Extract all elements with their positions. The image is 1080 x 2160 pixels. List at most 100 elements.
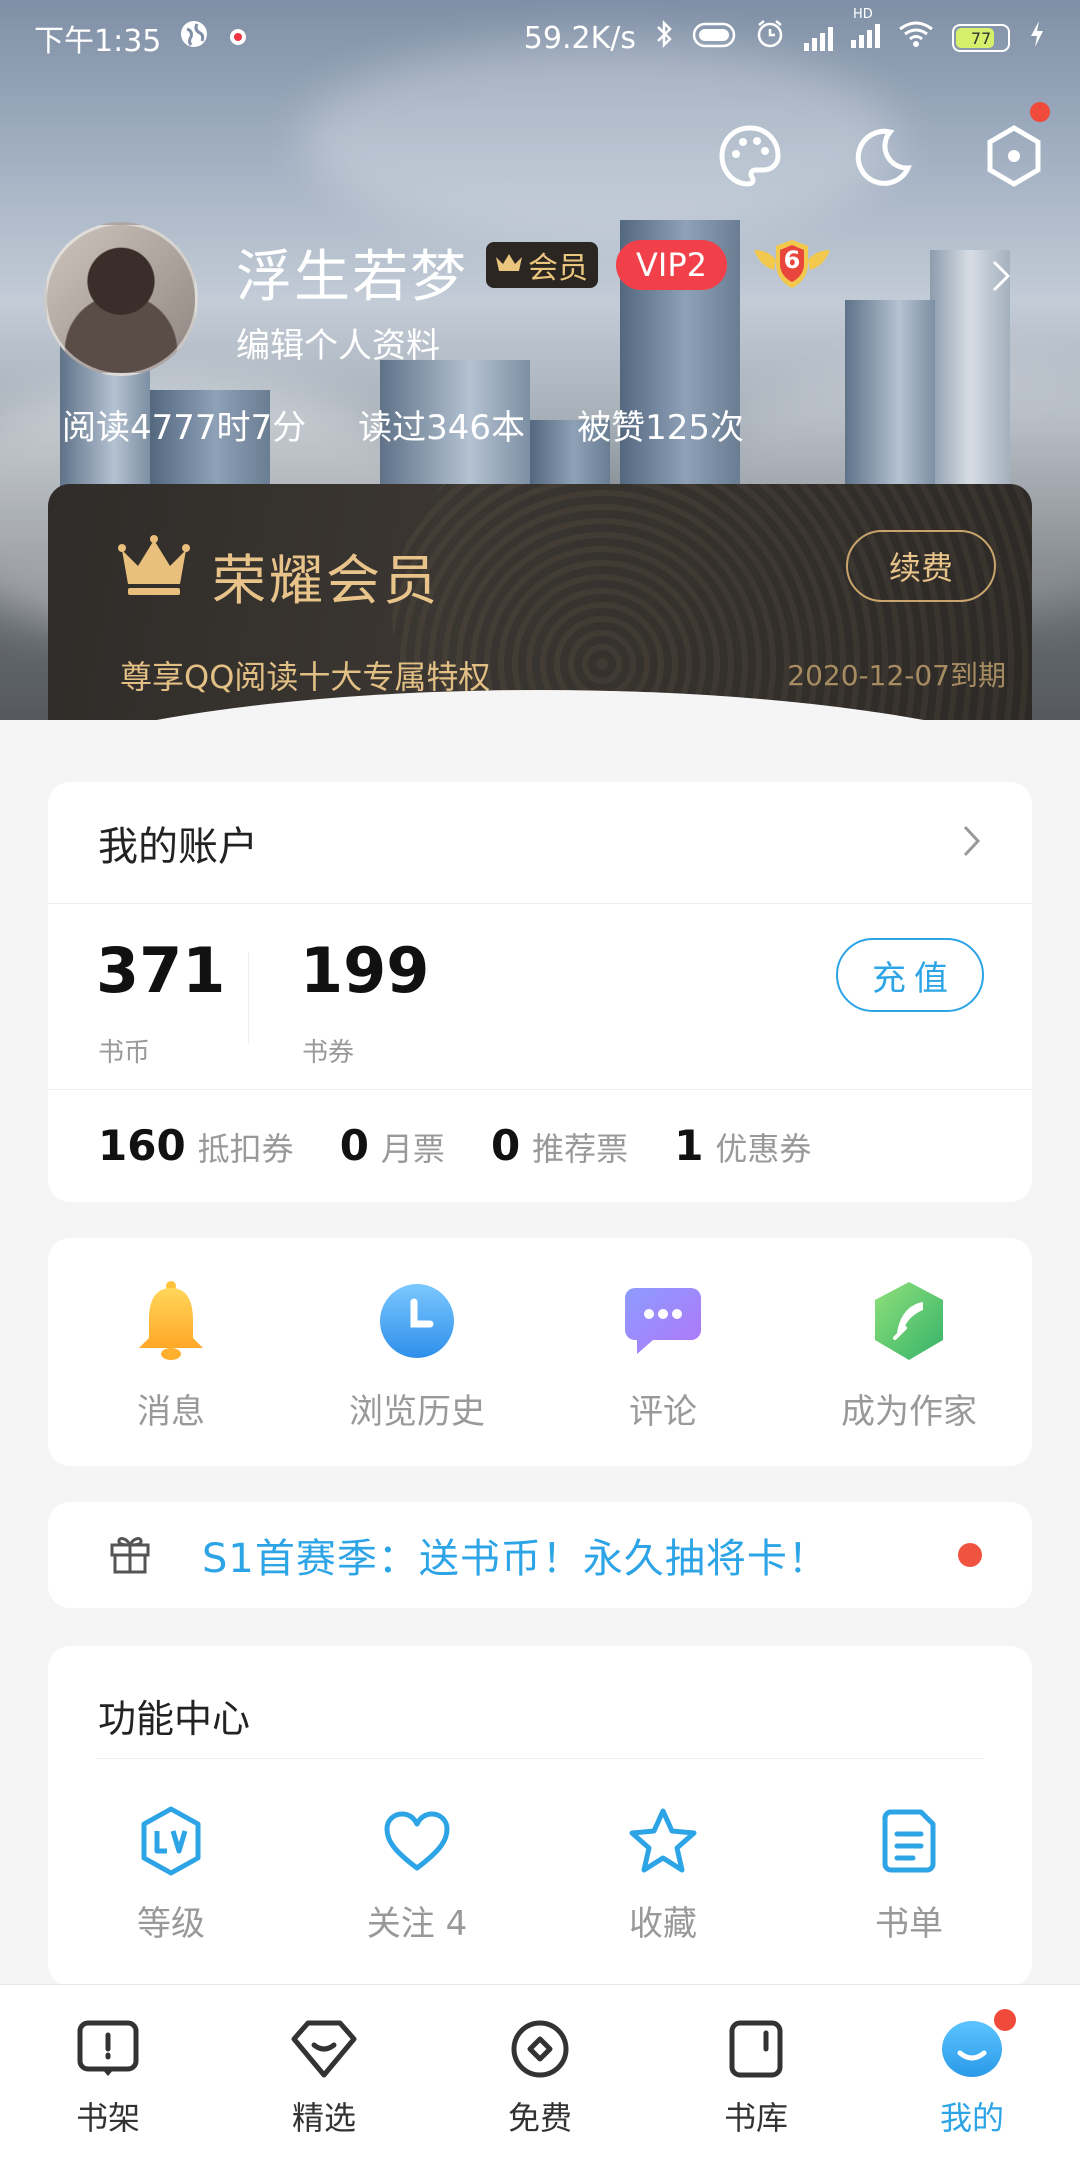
library-icon (726, 2019, 786, 2083)
ticket-label: 推荐票 (532, 1129, 629, 1168)
recharge-button[interactable]: 充值 (836, 938, 984, 1012)
quill-icon (868, 1280, 950, 1362)
member-badge-label: 会员 (528, 251, 588, 286)
stat-reading-time: 阅读4777时7分 (62, 408, 307, 448)
list-icon (874, 1806, 944, 1876)
account-title: 我的账户 (98, 823, 258, 870)
func-label: 等级 (137, 1904, 205, 1944)
status-time: 下午1:35 (34, 24, 162, 59)
signal-icon (804, 25, 833, 51)
func-favorites[interactable]: 收藏 (540, 1806, 786, 1945)
quick-messages[interactable]: 消息 (48, 1238, 294, 1466)
diamond-icon (290, 2019, 358, 2083)
avatar[interactable] (44, 222, 198, 376)
nav-profile[interactable]: 我的 (864, 1985, 1080, 2160)
divider (248, 952, 249, 1044)
chevron-right-icon (962, 824, 982, 862)
battery-level: 77 (970, 28, 992, 48)
nav-featured[interactable]: 精选 (216, 1985, 432, 2160)
stat-likes: 被赞125次 (577, 408, 744, 448)
stat-books-read: 读过346本 (358, 408, 526, 448)
divider (96, 1758, 984, 1759)
reading-stats: 阅读4777时7分 读过346本 被赞125次 (62, 400, 744, 449)
theme-palette-icon[interactable] (712, 118, 788, 194)
membership-card[interactable]: 荣耀会员 续费 尊享QQ阅读十大专属特权 2020-12-07到期 (48, 484, 1032, 720)
settings-alert-dot (1030, 102, 1050, 122)
clock-icon (376, 1280, 458, 1362)
ticket-value: 160 (98, 1120, 186, 1170)
ticket-label: 月票 (380, 1129, 445, 1168)
username[interactable]: 浮生若梦 (236, 232, 468, 313)
func-label: 关注 4 (366, 1904, 468, 1944)
ticket-label: 优惠券 (715, 1129, 812, 1168)
membership-title: 荣耀会员 (212, 549, 440, 612)
level-number: 6 (783, 246, 801, 274)
renew-button[interactable]: 续费 (846, 530, 996, 602)
net-speed: 59.2K/s (523, 20, 636, 56)
quick-comments[interactable]: 评论 (540, 1238, 786, 1466)
promo-alert-dot (958, 1543, 982, 1567)
heart-icon (382, 1806, 452, 1876)
promo-banner[interactable]: S1首赛季：送书币！永久抽将卡！ (48, 1502, 1032, 1608)
nav-free[interactable]: 免费 (432, 1985, 648, 2160)
quick-label: 成为作家 (841, 1392, 977, 1432)
crown-icon (118, 534, 190, 602)
chevron-right-icon[interactable] (990, 258, 1012, 298)
vouchers-value[interactable]: 199 (300, 934, 429, 1007)
edit-profile-link[interactable]: 编辑个人资料 (236, 318, 440, 367)
battery-icon: 77 (952, 24, 1010, 52)
level-shield-badge[interactable]: 6 (752, 236, 832, 292)
membership-expiry: 2020-12-07到期 (787, 659, 1006, 692)
alarm-icon (754, 18, 786, 58)
ticket-value: 1 (674, 1120, 704, 1170)
quick-label: 评论 (629, 1392, 697, 1432)
ticket-deduction[interactable]: 160 抵扣券 (98, 1121, 294, 1170)
quick-label: 浏览历史 (349, 1392, 485, 1432)
func-booklist[interactable]: 书单 (786, 1806, 1032, 1945)
coins-value[interactable]: 371 (96, 934, 225, 1007)
quick-label: 消息 (137, 1392, 205, 1432)
vouchers-label: 书券 (302, 1038, 355, 1068)
star-icon (628, 1806, 698, 1876)
coins-label: 书币 (98, 1038, 151, 1068)
nav-label: 免费 (507, 2099, 572, 2137)
nav-label: 精选 (291, 2099, 356, 2137)
gift-icon (108, 1531, 152, 1579)
vip-level-badge[interactable]: VIP2 (616, 240, 727, 290)
crown-icon (494, 248, 524, 283)
promo-text: S1首赛季：送书币！永久抽将卡！ (202, 1536, 829, 1582)
ticket-recommend[interactable]: 0 推荐票 (491, 1121, 628, 1170)
toggle-icon (692, 21, 736, 56)
account-card: 我的账户 371 书币 199 书券 充值 160 抵扣券 0 月票 0 推荐票… (48, 782, 1032, 1202)
bluetooth-icon (654, 19, 674, 57)
nav-bookshelf[interactable]: 书架 (0, 1985, 216, 2160)
settings-icon[interactable] (976, 102, 1052, 194)
hd-label: HD (853, 6, 873, 22)
night-mode-icon[interactable] (846, 118, 922, 194)
ticket-monthly[interactable]: 0 月票 (340, 1121, 445, 1170)
ticket-value: 0 (490, 1120, 521, 1170)
bell-icon (130, 1280, 212, 1362)
comment-icon (622, 1280, 704, 1362)
quick-become-writer[interactable]: 成为作家 (786, 1238, 1032, 1466)
func-following[interactable]: 关注 4 (294, 1806, 540, 1945)
free-icon (508, 2019, 572, 2083)
func-label: 书单 (875, 1904, 943, 1944)
charging-icon (1028, 19, 1046, 57)
profile-alert-dot (994, 2009, 1016, 2031)
nav-label: 我的 (939, 2099, 1004, 2137)
ticket-coupon[interactable]: 1 优惠券 (674, 1121, 811, 1170)
member-badge[interactable]: 会员 (486, 242, 598, 288)
globe-icon (179, 19, 209, 57)
quick-actions: 消息 浏览历史 评论 成为作家 (48, 1238, 1032, 1466)
ticket-label: 抵扣券 (197, 1129, 294, 1168)
quick-history[interactable]: 浏览历史 (294, 1238, 540, 1466)
nav-library[interactable]: 书库 (648, 1985, 864, 2160)
account-header[interactable]: 我的账户 (48, 782, 1032, 904)
signal-hd-icon: HD (851, 7, 880, 56)
function-center: 功能中心 等级 关注 4 收藏 书单 (48, 1646, 1032, 1986)
bookshelf-icon (76, 2019, 140, 2083)
func-label: 收藏 (629, 1904, 697, 1944)
func-level[interactable]: 等级 (48, 1806, 294, 1945)
bottom-nav: 书架 精选 免费 书库 我的 (0, 1984, 1080, 2160)
